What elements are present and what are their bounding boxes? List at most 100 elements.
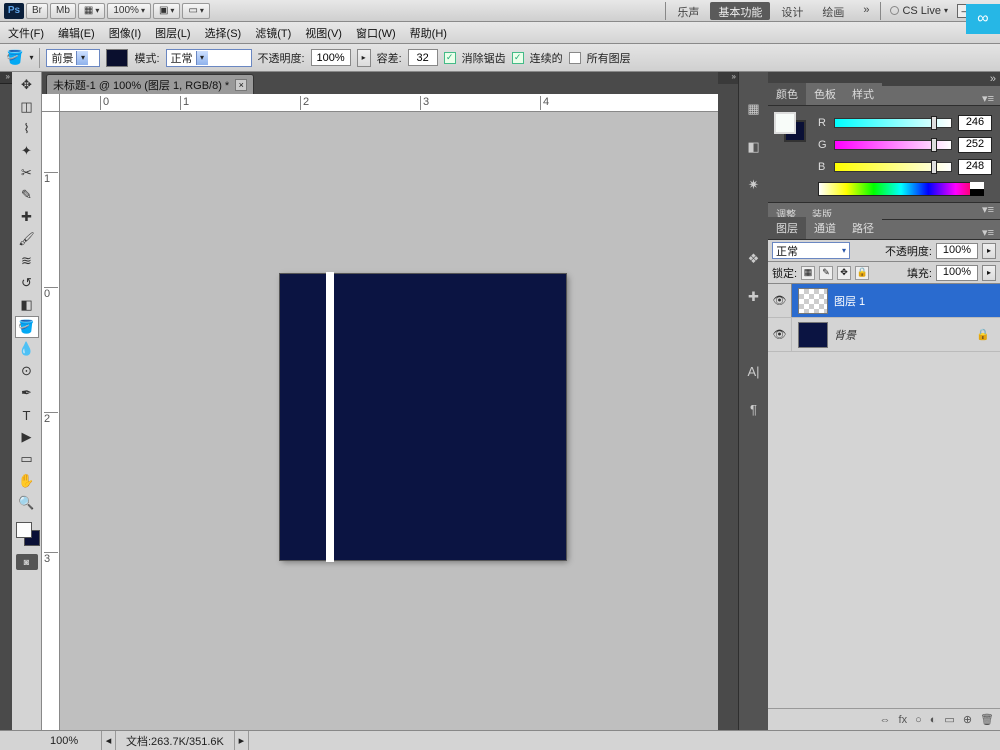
ruler-origin[interactable] [42, 94, 60, 112]
status-doc-size[interactable]: 文档:263.7K/351.6K [116, 731, 235, 750]
arrange-docs-dropdown[interactable]: ▣ [153, 3, 180, 19]
quick-select-tool[interactable]: ✦ [15, 140, 39, 162]
ruler-horizontal[interactable]: 0 1 2 3 4 [60, 94, 718, 112]
move-tool[interactable]: ✥ [15, 74, 39, 96]
adjustment-layer-icon[interactable]: ◐ [930, 714, 937, 726]
lock-transparent-icon[interactable]: ▦ [801, 266, 815, 280]
lock-all-icon[interactable]: 🔒 [855, 266, 869, 280]
menu-view[interactable]: 视图(V) [305, 25, 342, 41]
layers-tab[interactable]: 图层 [768, 217, 806, 239]
color-swatches[interactable] [14, 520, 40, 546]
layer-row[interactable]: 👁 图层 1 [768, 284, 1000, 318]
menu-image[interactable]: 图像(I) [109, 25, 141, 41]
character-panel-icon[interactable]: A| [743, 360, 765, 382]
view-extras-dropdown[interactable]: ▦ [78, 3, 105, 19]
paint-bucket-tool[interactable]: 🪣 [15, 316, 39, 338]
document-tab[interactable]: 未标题-1 @ 100% (图层 1, RGB/8) * × [46, 74, 254, 94]
blur-tool[interactable]: 💧 [15, 338, 39, 360]
all-layers-checkbox[interactable]: ✓ [569, 52, 581, 64]
menu-window[interactable]: 窗口(W) [356, 25, 396, 41]
workspace-tab[interactable]: 乐声 [669, 2, 707, 20]
opacity-flyout[interactable]: ▸ [982, 243, 996, 259]
marquee-tool[interactable]: ◫ [15, 96, 39, 118]
workspace-more-button[interactable]: » [855, 2, 877, 20]
panel-icon[interactable]: ◧ [743, 136, 765, 158]
lock-pixels-icon[interactable]: ✎ [819, 266, 833, 280]
close-tab-icon[interactable]: × [235, 79, 247, 91]
menu-filter[interactable]: 滤镜(T) [255, 25, 291, 41]
panel-menu-icon[interactable]: ▾≡ [976, 226, 1000, 239]
canvas[interactable] [280, 274, 566, 560]
hand-tool[interactable]: ✋ [15, 470, 39, 492]
menu-select[interactable]: 选择(S) [205, 25, 242, 41]
document-view[interactable]: 0 1 2 3 4 0 1 2 3 [42, 94, 718, 730]
visibility-toggle-icon[interactable]: 👁 [768, 284, 792, 317]
layer-thumbnail[interactable] [798, 288, 828, 314]
styles-tab[interactable]: 样式 [844, 83, 882, 105]
blend-mode-select[interactable]: 正常▾ [166, 49, 252, 67]
cs-live-button[interactable]: CS Live▾ [890, 5, 948, 17]
menu-layer[interactable]: 图层(L) [155, 25, 190, 41]
panel-icon[interactable]: ❖ [743, 248, 765, 270]
eyedropper-tool[interactable]: ✎ [15, 184, 39, 206]
panel-icon[interactable]: ✚ [743, 286, 765, 308]
layer-name[interactable]: 图层 1 [834, 293, 1000, 309]
bridge-button[interactable]: Br [26, 3, 48, 19]
layer-fx-icon[interactable]: fx [899, 714, 908, 726]
r-slider[interactable] [834, 118, 952, 128]
minibridge-button[interactable]: Mb [50, 3, 76, 19]
status-zoom[interactable]: 100% [42, 731, 102, 750]
channels-tab[interactable]: 通道 [806, 217, 844, 239]
collapse-dock-icon[interactable]: » [990, 73, 996, 85]
panel-menu-icon[interactable]: ▾≡ [976, 203, 1000, 219]
status-flyout[interactable]: ▸ [235, 731, 249, 750]
screen-mode-dropdown[interactable]: ▭ [182, 3, 209, 19]
b-slider[interactable] [834, 162, 952, 172]
layer-mask-icon[interactable]: ○ [915, 714, 922, 726]
color-spectrum[interactable] [818, 182, 984, 196]
color-tab[interactable]: 颜色 [768, 83, 806, 105]
zoom-tool[interactable]: 🔍 [15, 492, 39, 514]
paragraph-panel-icon[interactable]: ¶ [743, 398, 765, 420]
cloud-sync-icon[interactable]: ∞ [966, 4, 1000, 34]
group-icon[interactable]: ▭ [944, 713, 954, 726]
healing-tool[interactable]: ✚ [15, 206, 39, 228]
zoom-level-dropdown[interactable]: 100% [107, 3, 151, 19]
opacity-input[interactable] [311, 49, 351, 66]
b-value[interactable]: 248 [958, 159, 992, 175]
history-brush-tool[interactable]: ↺ [15, 272, 39, 294]
workspace-tab-active[interactable]: 基本功能 [710, 2, 770, 20]
status-scroll-left[interactable]: ◂ [102, 731, 116, 750]
pattern-swatch[interactable] [106, 49, 128, 67]
ruler-vertical[interactable]: 0 1 2 3 [42, 112, 60, 730]
type-tool[interactable]: T [15, 404, 39, 426]
link-layers-icon[interactable]: ⇔ [880, 714, 891, 726]
layer-thumbnail[interactable] [798, 322, 828, 348]
workspace-tab[interactable]: 设计 [773, 2, 811, 20]
g-slider[interactable] [834, 140, 952, 150]
panel-icon[interactable]: ▦ [743, 98, 765, 120]
paths-tab[interactable]: 路径 [844, 217, 882, 239]
workspace-tab[interactable]: 绘画 [814, 2, 852, 20]
color-panel-swatches[interactable] [774, 112, 806, 142]
pen-tool[interactable]: ✒ [15, 382, 39, 404]
contiguous-checkbox[interactable]: ✓ [512, 52, 524, 64]
layer-name[interactable]: 背景 [834, 327, 976, 343]
stamp-tool[interactable]: ≋ [15, 250, 39, 272]
lock-position-icon[interactable]: ✥ [837, 266, 851, 280]
quick-mask-button[interactable]: ◙ [16, 554, 38, 570]
fill-flyout[interactable]: ▸ [982, 265, 996, 281]
antialias-checkbox[interactable]: ✓ [444, 52, 456, 64]
path-select-tool[interactable]: ▶ [15, 426, 39, 448]
lasso-tool[interactable]: ⌇ [15, 118, 39, 140]
swatches-tab[interactable]: 色板 [806, 83, 844, 105]
fill-source-select[interactable]: 前景▾ [46, 49, 100, 67]
menu-file[interactable]: 文件(F) [8, 25, 44, 41]
trash-icon[interactable]: 🗑 [980, 713, 994, 726]
crop-tool[interactable]: ✂ [15, 162, 39, 184]
panel-icon[interactable]: ✷ [743, 174, 765, 196]
new-layer-icon[interactable]: ⊕ [963, 713, 972, 726]
opacity-flyout-button[interactable]: ▸ [357, 49, 371, 67]
layer-opacity-input[interactable]: 100% [936, 243, 978, 259]
r-value[interactable]: 246 [958, 115, 992, 131]
